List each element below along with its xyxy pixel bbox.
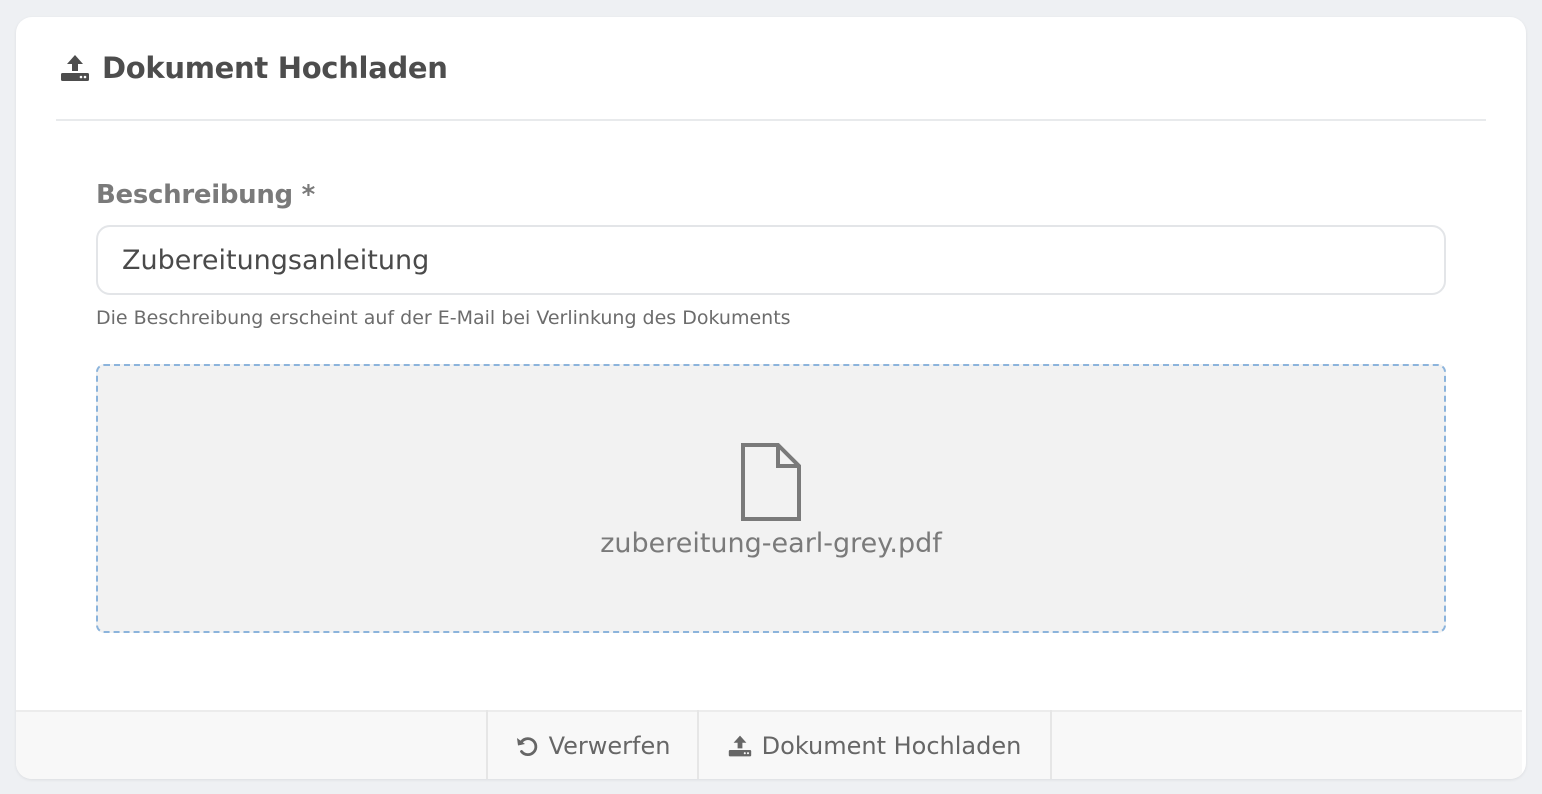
card-footer: Verwerfen Dokument Hochladen	[16, 710, 1522, 779]
upload-icon	[728, 734, 752, 758]
card-header: Dokument Hochladen	[56, 17, 1486, 121]
description-label: Beschreibung *	[96, 180, 315, 210]
file-icon	[740, 442, 802, 522]
discard-button-label: Verwerfen	[548, 731, 671, 760]
upload-button-label: Dokument Hochladen	[761, 731, 1022, 760]
upload-card: Dokument Hochladen Beschreibung * Die Be…	[16, 17, 1526, 779]
description-input[interactable]	[96, 225, 1446, 295]
discard-button[interactable]: Verwerfen	[486, 710, 697, 779]
upload-icon	[60, 53, 90, 83]
description-help-text: Die Beschreibung erscheint auf der E-Mai…	[96, 307, 791, 329]
file-dropzone[interactable]: zubereitung-earl-grey.pdf	[96, 364, 1446, 633]
description-field-group: Beschreibung * Die Beschreibung erschein…	[96, 177, 1446, 331]
undo-icon	[515, 734, 539, 758]
selected-file-name: zubereitung-earl-grey.pdf	[600, 528, 942, 559]
page-title: Dokument Hochladen	[102, 51, 448, 85]
upload-document-button[interactable]: Dokument Hochladen	[697, 710, 1052, 779]
